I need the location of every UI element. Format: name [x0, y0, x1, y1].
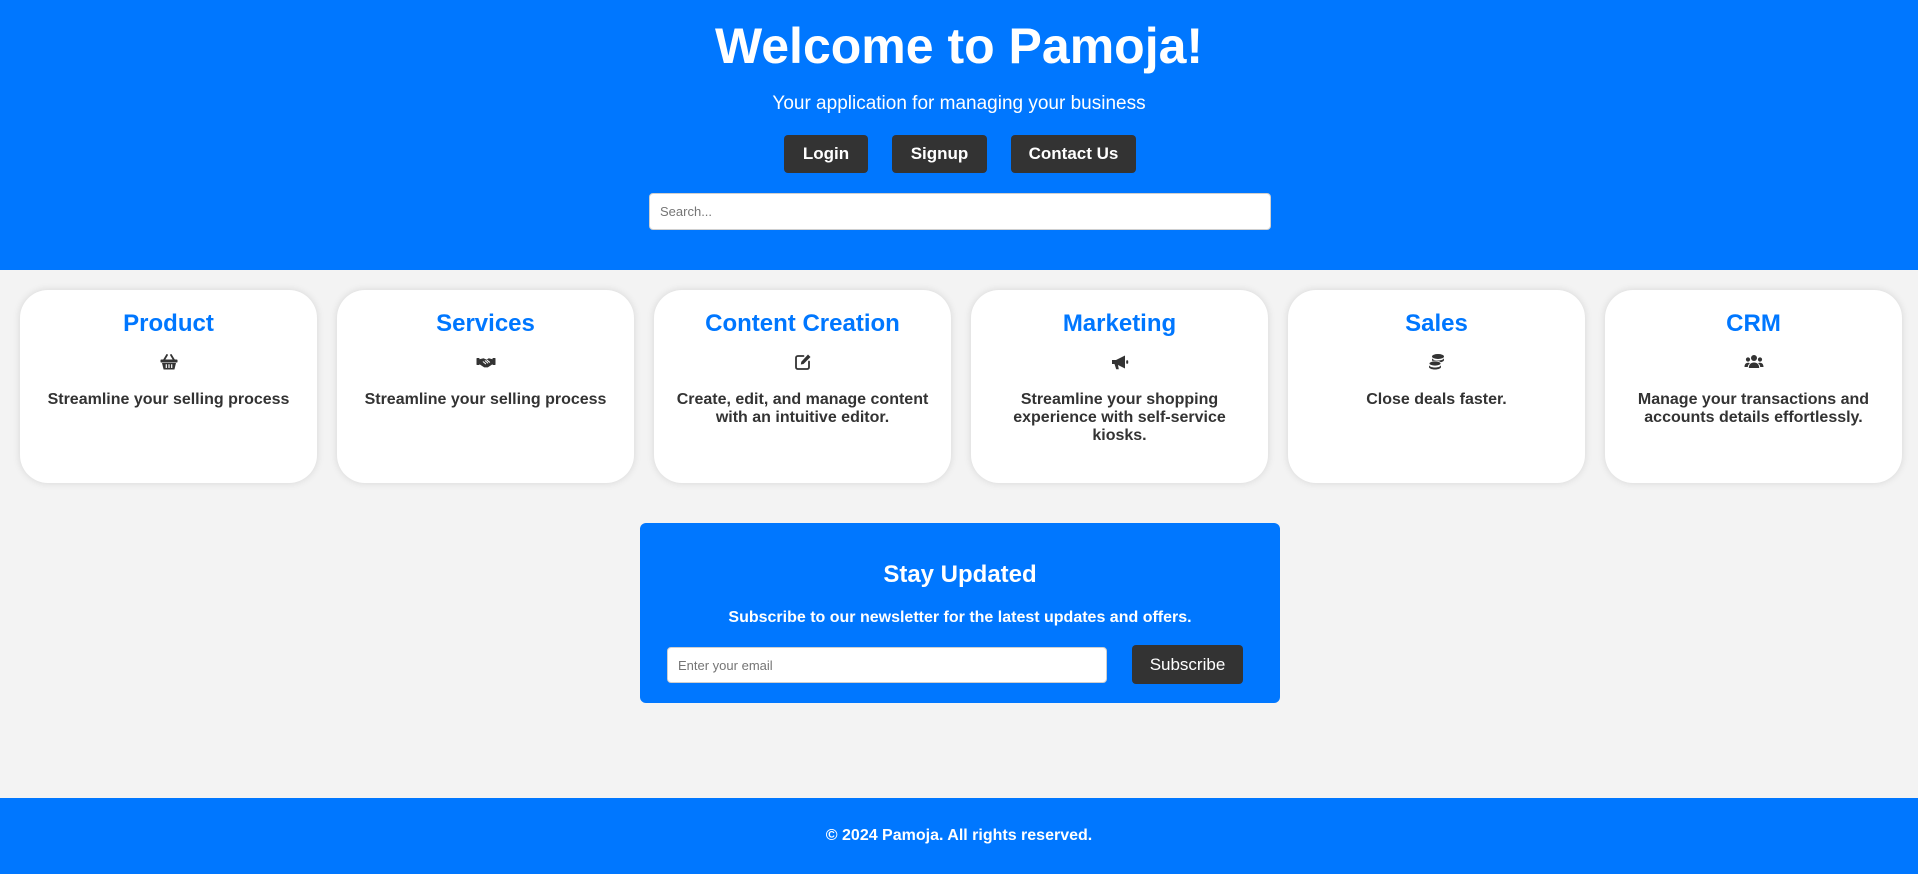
card-content-creation[interactable]: Content Creation Create, edit, and manag… — [654, 290, 951, 483]
card-services[interactable]: Services Streamline your selling process — [337, 290, 634, 483]
card-product[interactable]: Product Streamline your selling process — [20, 290, 317, 483]
card-title: Services — [436, 310, 535, 337]
card-description: Streamline your shopping experience with… — [1013, 391, 1226, 444]
copyright-text: © 2024 Pamoja. All rights reserved. — [825, 827, 1093, 844]
contact-us-button[interactable]: Contact Us — [1011, 135, 1136, 173]
card-description: Close deals faster. — [1366, 391, 1507, 408]
coins-icon — [1428, 354, 1444, 370]
megaphone-icon — [1111, 355, 1128, 370]
card-sales[interactable]: Sales Close deals faster. — [1288, 290, 1585, 483]
card-marketing[interactable]: Marketing Streamline your shopping exper… — [971, 290, 1268, 483]
shopping-basket-icon — [160, 354, 177, 370]
newsletter-section: Stay Updated Subscribe to our newsletter… — [640, 523, 1280, 703]
newsletter-subtitle: Subscribe to our newsletter for the late… — [728, 609, 1192, 626]
page-subtitle: Your application for managing your busin… — [772, 93, 1146, 114]
search-input[interactable] — [649, 193, 1271, 230]
newsletter-title: Stay Updated — [883, 561, 1037, 588]
edit-icon — [794, 354, 810, 370]
card-description: Manage your transactions and accounts de… — [1637, 391, 1870, 426]
card-title: CRM — [1726, 310, 1781, 337]
email-field[interactable] — [667, 647, 1107, 683]
card-description: Streamline your selling process — [47, 391, 290, 408]
handshake-icon — [476, 358, 495, 368]
hero-header: Welcome to Pamoja! Your application for … — [0, 0, 1918, 270]
page-title: Welcome to Pamoja! — [714, 18, 1204, 74]
card-title: Content Creation — [705, 310, 900, 337]
users-icon — [1744, 355, 1763, 368]
signup-button[interactable]: Signup — [892, 135, 987, 173]
card-title: Sales — [1405, 310, 1468, 337]
card-description: Create, edit, and manage content with an… — [676, 391, 929, 426]
card-title: Marketing — [1062, 310, 1177, 337]
login-button[interactable]: Login — [784, 135, 868, 173]
subscribe-button[interactable]: Subscribe — [1132, 645, 1243, 684]
card-description: Streamline your selling process — [364, 391, 607, 408]
footer: © 2024 Pamoja. All rights reserved. — [0, 798, 1918, 874]
card-crm[interactable]: CRM Manage your transactions and account… — [1605, 290, 1902, 483]
card-title: Product — [123, 310, 214, 337]
